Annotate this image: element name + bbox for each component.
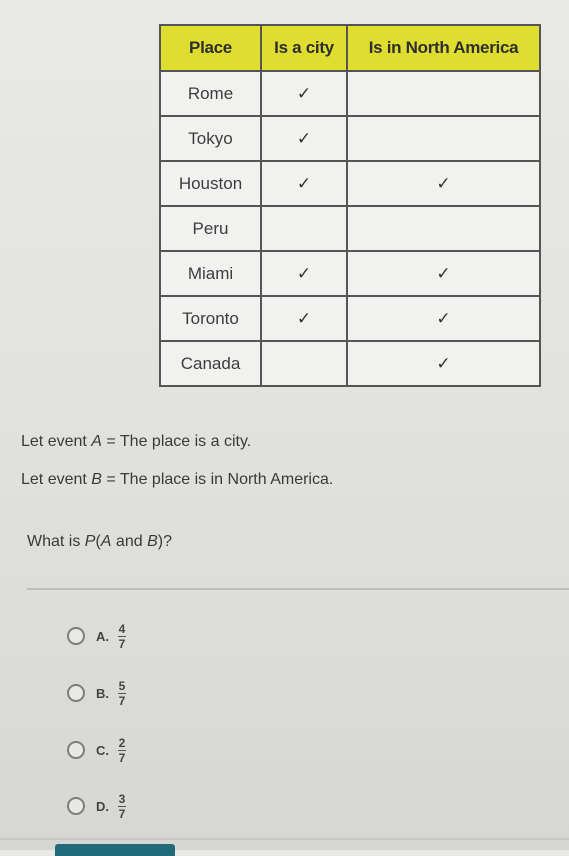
check-icon: [346, 115, 541, 162]
question-a: A: [100, 533, 112, 550]
answer-option-b[interactable]: B. 5 7: [67, 675, 126, 711]
radio-button[interactable]: [67, 627, 85, 645]
place-cell: Tokyo: [159, 115, 262, 162]
fraction-denominator: 7: [118, 693, 126, 708]
fraction-denominator: 7: [118, 750, 126, 765]
option-letter: C.: [96, 742, 109, 758]
table-row: Canada ✓: [159, 340, 541, 387]
question-prompt: What is P(A and B)?: [27, 533, 172, 551]
option-fraction: 3 7: [118, 793, 126, 820]
table-row: Peru: [159, 205, 541, 252]
event-b-prefix: Let event: [21, 471, 92, 488]
place-cell: Toronto: [159, 295, 262, 342]
question-p: P: [84, 533, 96, 550]
option-fraction: 2 7: [118, 737, 126, 764]
option-fraction: 4 7: [118, 623, 126, 650]
fraction-denominator: 7: [118, 636, 126, 651]
event-b-var: B: [91, 471, 102, 488]
table-row: Tokyo ✓: [159, 115, 541, 162]
check-icon: ✓: [260, 160, 348, 207]
answer-option-d[interactable]: D. 3 7: [67, 788, 126, 824]
place-cell: Houston: [159, 160, 262, 207]
header-is-city: Is a city: [260, 24, 348, 72]
table-row: Houston ✓ ✓: [159, 160, 541, 207]
event-a-prefix: Let event: [21, 433, 92, 450]
event-a-var: A: [91, 433, 102, 450]
question-b: B: [147, 533, 158, 550]
check-icon: ✓: [346, 295, 541, 342]
table-row: Rome ✓: [159, 70, 541, 117]
place-cell: Canada: [159, 340, 262, 387]
check-icon: ✓: [260, 295, 348, 342]
event-a-definition: Let event A = The place is a city.: [21, 433, 251, 451]
option-fraction: 5 7: [118, 680, 126, 707]
event-b-text: = The place is in North America.: [101, 471, 334, 488]
radio-button[interactable]: [67, 684, 85, 702]
place-cell: Peru: [159, 205, 262, 252]
answer-option-a[interactable]: A. 4 7: [67, 618, 126, 654]
check-icon: ✓: [346, 160, 541, 207]
event-b-definition: Let event B = The place is in North Amer…: [21, 471, 333, 489]
check-icon: ✓: [346, 340, 541, 387]
question-prefix: What is: [27, 533, 85, 550]
check-icon: [260, 340, 348, 387]
place-cell: Rome: [159, 70, 262, 117]
check-icon: [260, 205, 348, 252]
check-icon: ✓: [260, 70, 348, 117]
header-place: Place: [159, 24, 262, 72]
option-letter: B.: [96, 685, 109, 701]
check-icon: ✓: [260, 250, 348, 297]
check-icon: ✓: [260, 115, 348, 162]
event-a-text: = The place is a city.: [101, 433, 252, 450]
radio-button[interactable]: [67, 797, 85, 815]
fraction-numerator: 4: [118, 621, 126, 636]
fraction-numerator: 2: [118, 735, 126, 750]
fraction-numerator: 3: [118, 791, 126, 806]
divider: [27, 588, 569, 590]
table-header-row: Place Is a city Is in North America: [159, 24, 541, 72]
bottom-divider: [0, 838, 569, 840]
fraction-denominator: 7: [118, 806, 126, 821]
check-icon: [346, 70, 541, 117]
place-table: Place Is a city Is in North America Rome…: [159, 24, 541, 387]
fraction-numerator: 5: [118, 678, 126, 693]
radio-button[interactable]: [67, 741, 85, 759]
check-icon: ✓: [346, 250, 541, 297]
question-and: and: [111, 533, 148, 550]
table-row: Toronto ✓ ✓: [159, 295, 541, 342]
answer-option-c[interactable]: C. 2 7: [67, 732, 126, 768]
place-cell: Miami: [159, 250, 262, 297]
header-is-north-america: Is in North America: [346, 24, 541, 72]
option-letter: A.: [96, 628, 109, 644]
question-close: )?: [157, 533, 172, 550]
option-letter: D.: [96, 798, 109, 814]
check-icon: [346, 205, 541, 252]
table-row: Miami ✓ ✓: [159, 250, 541, 297]
submit-button[interactable]: [55, 844, 175, 856]
